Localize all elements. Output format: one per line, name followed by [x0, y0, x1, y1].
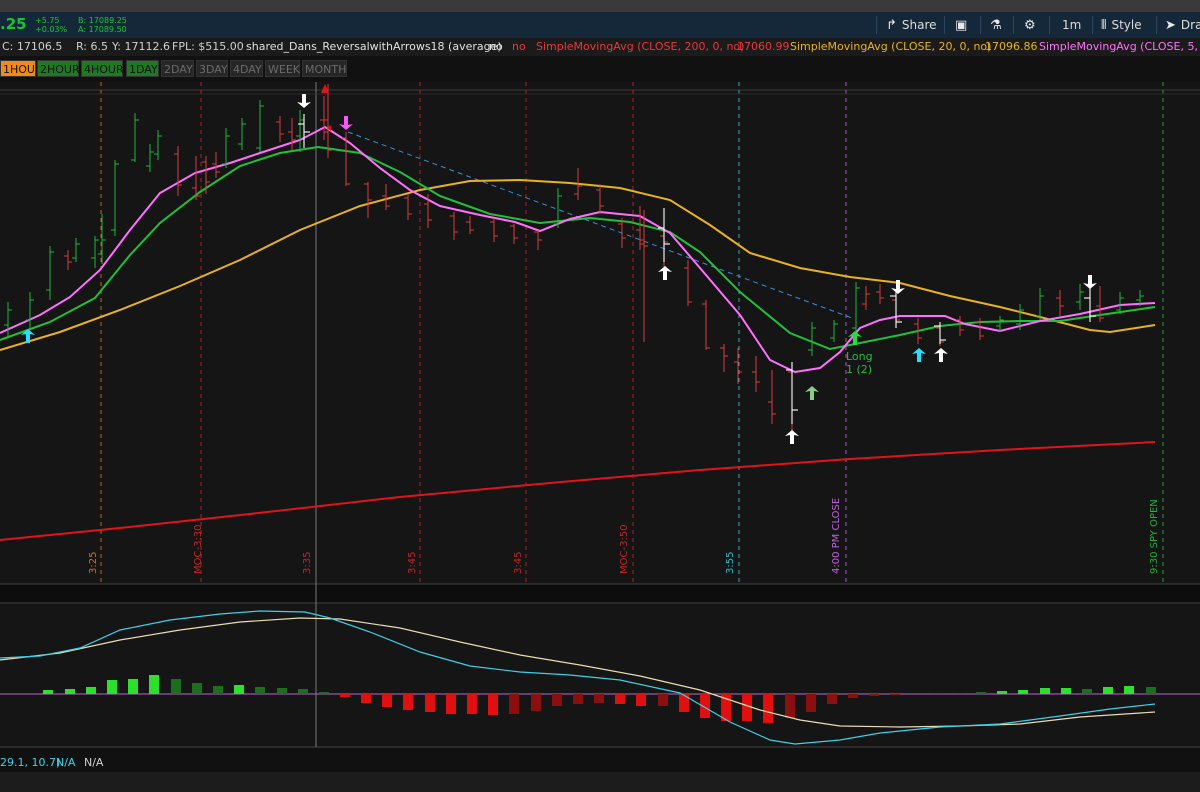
macd-histogram-bar: [848, 694, 858, 698]
macd-histogram-bar: [552, 694, 562, 706]
panel-divider: [0, 584, 1200, 603]
price-chart[interactable]: 3:25 MOC-3:30 3:35 3:45 3:45 MOC-3:50 3:55 4:00…: [0, 0, 1200, 792]
time-marker-label: 4:00 PM CLOSE: [831, 498, 842, 574]
macd-histogram-bar: [531, 694, 541, 711]
time-marker-label: 3:45: [513, 552, 524, 574]
macd-histogram-bar: [319, 692, 329, 694]
macd-panel: [0, 604, 1200, 747]
macd-histogram-bar: [636, 694, 646, 706]
macd-histogram-bar: [425, 694, 435, 712]
macd-histogram-bar: [742, 694, 752, 721]
macd-histogram-bar: [277, 688, 287, 694]
macd-histogram-bar: [43, 690, 53, 694]
macd-histogram-bar: [86, 687, 96, 694]
macd-histogram-bar: [192, 683, 202, 694]
bottom-strip: [0, 772, 1200, 792]
macd-histogram-bar: [1018, 690, 1028, 694]
macd-histogram-bar: [298, 689, 308, 694]
macd-histogram-bar: [171, 679, 181, 694]
na-value-1: N/A: [56, 756, 76, 769]
macd-histogram-bar: [382, 694, 392, 707]
macd-histogram-bar: [615, 694, 625, 704]
macd-histogram-bar: [65, 689, 75, 694]
price-panel: [0, 82, 1200, 584]
macd-histogram-bar: [1146, 687, 1156, 694]
macd-histogram-bar: [128, 679, 138, 694]
macd-histogram-bar: [361, 694, 371, 703]
time-marker-label: 9:30 SPY OPEN: [1149, 499, 1160, 574]
order-annotation-label: Long: [846, 350, 873, 363]
macd-histogram-bar: [827, 694, 837, 704]
macd-histogram-bar: [149, 675, 159, 694]
macd-histogram-bar: [107, 680, 117, 694]
macd-histogram-bar: [1061, 688, 1071, 694]
macd-histogram-bar: [1124, 686, 1134, 694]
macd-histogram-bar: [403, 694, 413, 710]
macd-histogram-bar: [488, 694, 498, 715]
macd-histogram-bar: [997, 691, 1007, 694]
macd-histogram-bar: [234, 685, 244, 694]
time-marker-label: 3:55: [725, 552, 736, 574]
macd-histogram-bar: [594, 694, 604, 703]
time-marker-label: 3:25: [88, 552, 99, 574]
lower-status-bar: 29.1, 10.7) N/A N/A: [0, 752, 1200, 772]
macd-histogram-bar: [509, 694, 519, 714]
macd-histogram-bar: [890, 694, 900, 695]
macd-histogram-bar: [446, 694, 456, 714]
macd-histogram-bar: [763, 694, 773, 723]
macd-histogram-bar: [658, 694, 668, 706]
macd-histogram-bar: [467, 694, 477, 714]
order-annotation-qty: 1 (2): [846, 363, 872, 376]
na-value-2: N/A: [84, 756, 104, 769]
macd-histogram-bar: [1103, 687, 1113, 694]
macd-histogram-bar: [340, 694, 350, 697]
macd-histogram-bar: [933, 693, 943, 694]
macd-histogram-bar: [573, 694, 583, 704]
macd-histogram-bar: [255, 687, 265, 694]
macd-histogram-bar: [955, 693, 965, 694]
time-marker-label: 3:45: [407, 552, 418, 574]
macd-histogram-bar: [806, 694, 816, 712]
macd-values: 29.1, 10.7): [0, 756, 61, 769]
time-marker-label: MOC-3:30: [193, 524, 204, 574]
macd-histogram-bar: [869, 694, 879, 696]
macd-histogram-bar: [213, 686, 223, 694]
time-marker-label: MOC-3:50: [619, 524, 630, 574]
macd-histogram-bar: [976, 692, 986, 694]
macd-histogram-bar: [1082, 689, 1092, 694]
macd-histogram-bar: [1040, 688, 1050, 694]
time-marker-label: 3:35: [302, 552, 313, 574]
macd-histogram-bar: [785, 694, 795, 718]
